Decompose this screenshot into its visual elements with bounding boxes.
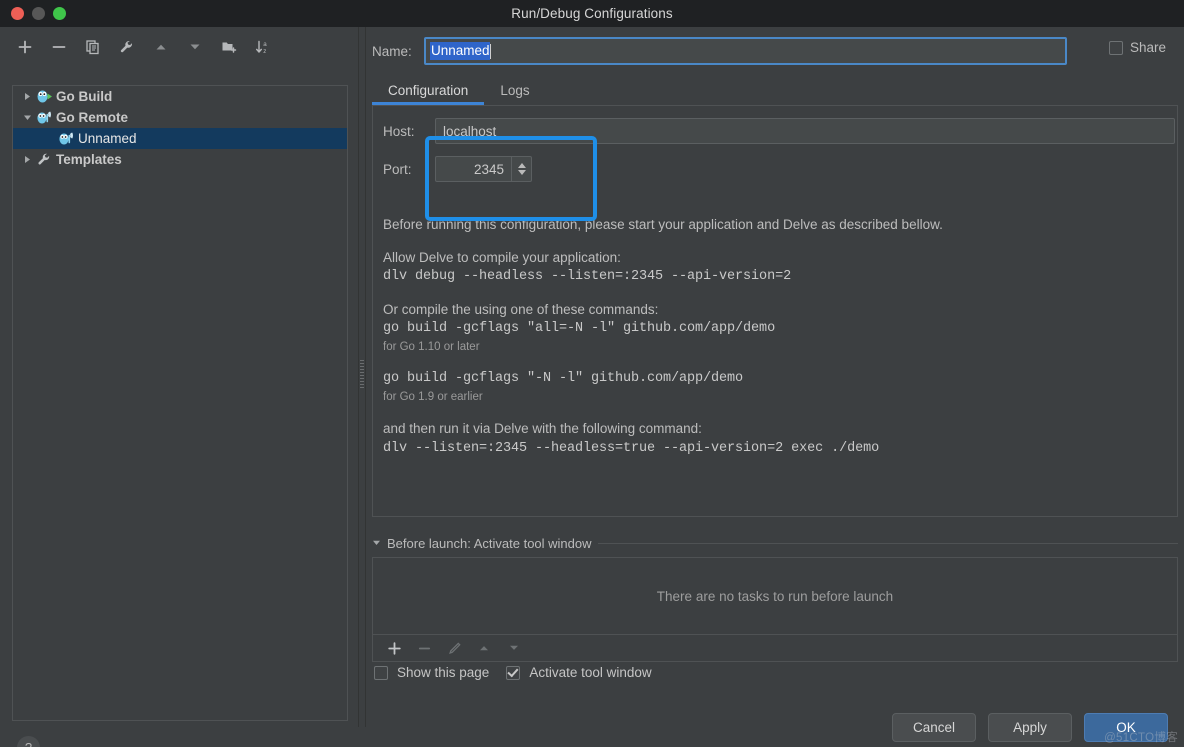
sort-configurations-button[interactable]: a z (252, 36, 274, 58)
move-task-up-button (475, 639, 493, 657)
name-label: Name: (372, 43, 412, 59)
before-launch-empty-message: There are no tasks to run before launch (656, 588, 894, 604)
port-stepper[interactable]: 2345 (435, 156, 532, 182)
instruction-code: go build -gcflags "-N -l" github.com/app… (383, 371, 744, 386)
configurations-toolbar: a z (0, 32, 360, 61)
tab-configuration[interactable]: Configuration (372, 81, 485, 105)
stepper-up-icon[interactable] (517, 163, 526, 168)
splitter-line-left (358, 27, 359, 727)
apply-button[interactable]: Apply (988, 712, 1072, 742)
port-label: Port: (383, 161, 412, 177)
host-label: Host: (383, 123, 415, 139)
name-row: Name: Unnamed (372, 36, 1178, 66)
dialog-button-bar: Cancel Apply OK (366, 707, 1184, 747)
cancel-button[interactable]: Cancel (892, 712, 976, 742)
activate-tool-window-group[interactable]: Activate tool window (506, 665, 652, 680)
tree-item-go-build[interactable]: Go Build (13, 86, 347, 107)
instruction-note: for Go 1.10 or later (383, 340, 480, 353)
stepper-down-icon[interactable] (517, 170, 526, 175)
tab-logs[interactable]: Logs (484, 81, 545, 105)
minimize-window-button[interactable] (32, 7, 45, 20)
chevron-down-icon[interactable] (372, 534, 381, 552)
svg-text:z: z (263, 47, 266, 54)
window-controls (11, 7, 66, 20)
edit-templates-button[interactable] (116, 36, 138, 58)
splitter-grip[interactable] (360, 360, 364, 390)
remove-configuration-button[interactable] (48, 36, 70, 58)
move-down-button[interactable] (184, 36, 206, 58)
tree-item-label: Unnamed (78, 131, 137, 146)
close-window-button[interactable] (11, 7, 24, 20)
tree-item-label: Go Remote (56, 110, 129, 125)
configurations-panel: a z Go Build Go Remote Unnamed Templates (0, 27, 360, 747)
ok-button[interactable]: OK (1084, 712, 1168, 742)
delve-instructions: Before running this configuration, pleas… (383, 218, 1163, 461)
show-this-page-group[interactable]: Show this page (374, 665, 489, 680)
configurations-tree[interactable]: Go Build Go Remote Unnamed Templates (12, 85, 348, 721)
share-checkbox[interactable] (1109, 40, 1123, 55)
instruction-text: Or compile the using one of these comman… (383, 301, 659, 317)
instruction-text: Allow Delve to compile your application: (383, 249, 621, 265)
port-input-value[interactable]: 2345 (436, 162, 511, 177)
before-launch-toolbar (372, 635, 1178, 662)
before-launch-header[interactable]: Before launch: Activate tool window (372, 534, 1178, 552)
panel-splitter[interactable] (358, 27, 366, 727)
tree-item-unnamed[interactable]: Unnamed (13, 128, 347, 149)
text-caret (489, 43, 491, 59)
bottom-options: Show this page Activate tool window (374, 665, 652, 680)
tree-item-label: Go Build (56, 89, 113, 104)
instruction-note: for Go 1.9 or earlier (383, 390, 483, 403)
help-button[interactable]: ? (17, 736, 40, 747)
go-remote-icon (35, 110, 53, 126)
chevron-down-icon[interactable] (19, 110, 35, 126)
title-bar: Run/Debug Configurations (0, 0, 1184, 27)
activate-tool-window-label: Activate tool window (529, 665, 652, 680)
share-checkbox-group[interactable]: Share (1109, 40, 1166, 55)
configuration-tab-content: Host: localhost Port: 2345 Before runnin… (372, 105, 1178, 517)
run-debug-configurations-dialog: Run/Debug Configurations a z Go Build Go… (0, 0, 1184, 747)
section-divider (597, 543, 1178, 544)
port-stepper-arrows[interactable] (511, 157, 531, 181)
tree-item-go-remote[interactable]: Go Remote (13, 107, 347, 128)
chevron-right-icon[interactable] (19, 152, 35, 168)
edit-task-button (445, 639, 463, 657)
host-input[interactable]: localhost (435, 118, 1175, 144)
name-input[interactable]: Unnamed (424, 37, 1067, 65)
show-this-page-checkbox[interactable] (374, 665, 388, 680)
window-title: Run/Debug Configurations (511, 6, 673, 21)
add-configuration-button[interactable] (14, 36, 36, 58)
instruction-code: dlv --listen=:2345 --headless=true --api… (383, 440, 880, 456)
wrench-icon (35, 152, 53, 168)
move-up-button[interactable] (150, 36, 172, 58)
activate-tool-window-checkbox[interactable] (506, 665, 521, 680)
show-this-page-label: Show this page (397, 665, 490, 680)
chevron-right-icon[interactable] (19, 89, 35, 105)
zoom-window-button[interactable] (53, 7, 66, 20)
add-task-button[interactable] (385, 639, 403, 657)
before-launch-title: Before launch: Activate tool window (387, 535, 592, 551)
instruction-code: go build -gcflags "all=-N -l" github.com… (383, 321, 776, 336)
configuration-editor-panel: Name: Unnamed Share Configuration Logs H… (366, 27, 1184, 747)
tree-item-templates[interactable]: Templates (13, 149, 347, 170)
copy-configuration-button[interactable] (82, 36, 104, 58)
instruction-text: and then run it via Delve with the follo… (383, 421, 702, 436)
share-label: Share (1130, 40, 1167, 55)
port-field-row: Port: 2345 (383, 156, 532, 182)
instruction-code: dlv debug --headless --listen=:2345 --ap… (383, 269, 792, 284)
create-folder-button[interactable] (218, 36, 240, 58)
go-build-icon (35, 89, 53, 105)
instruction-text: Before running this configuration, pleas… (383, 217, 943, 232)
remove-task-button (415, 639, 433, 657)
tree-item-label: Templates (56, 152, 122, 167)
before-launch-task-list[interactable]: There are no tasks to run before launch (372, 557, 1178, 635)
move-task-down-button (505, 639, 523, 657)
name-input-value: Unnamed (430, 42, 490, 60)
editor-tabs: Configuration Logs (372, 77, 1178, 105)
go-remote-icon (57, 131, 75, 147)
host-field-row: Host: localhost (383, 118, 1175, 144)
host-input-value: localhost (443, 123, 497, 139)
